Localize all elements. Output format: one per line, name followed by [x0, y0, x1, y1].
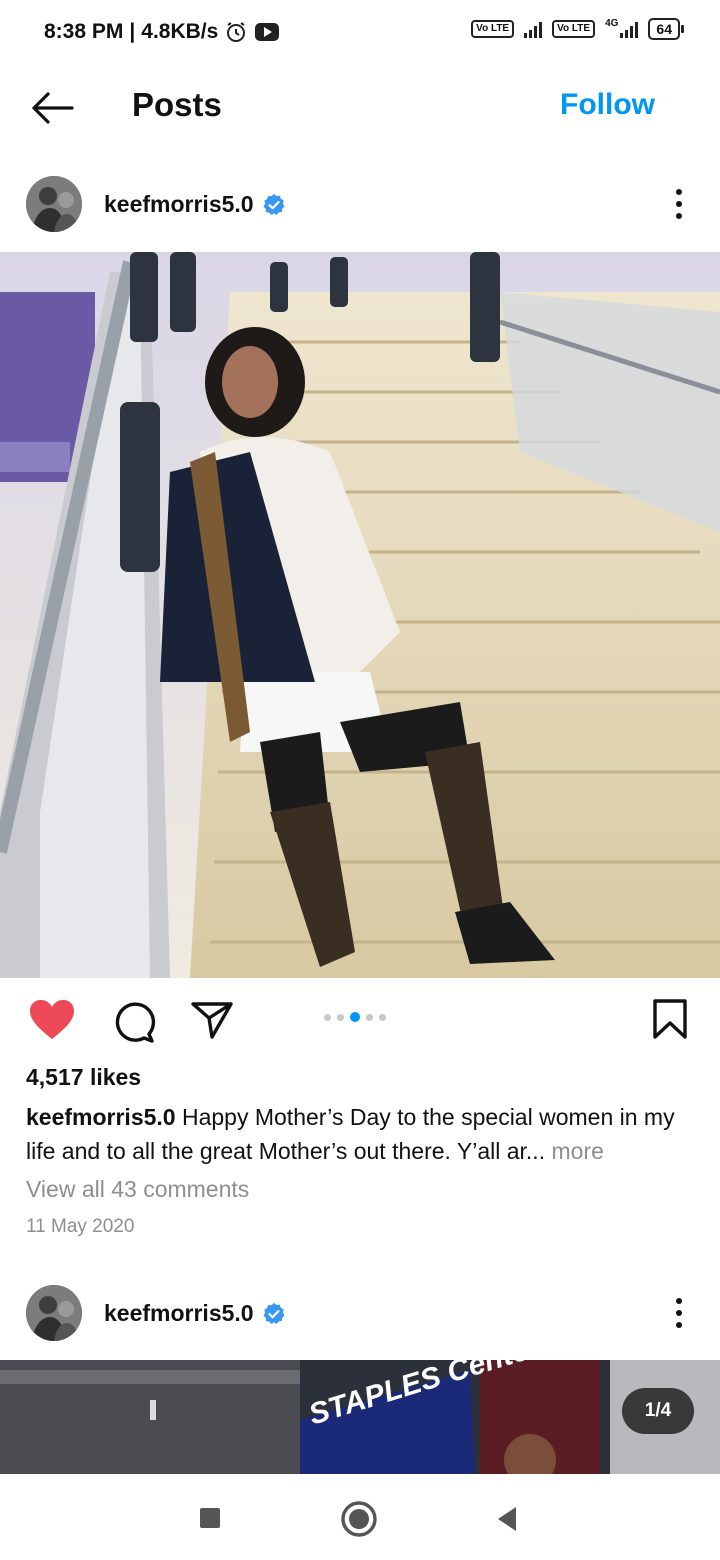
post2-photo[interactable]: STAPLES Center — [0, 1360, 720, 1474]
battery-icon: 64 — [648, 18, 684, 40]
more-dot-icon — [676, 189, 682, 195]
arrow-left-icon — [32, 92, 74, 124]
signal-icon-2 — [620, 20, 639, 38]
caption-ellipsis: ... — [525, 1138, 546, 1164]
carousel-dot-active — [350, 1012, 360, 1022]
status-bar: 8:38 PM | 4.8KB/s Vo LTE Vo LTE 4G 64 — [0, 0, 720, 64]
carousel-dot — [379, 1013, 386, 1021]
verified-badge-icon — [263, 193, 285, 215]
status-left: 8:38 PM | 4.8KB/s — [44, 20, 280, 44]
carousel-indicator — [324, 1012, 386, 1022]
youtube-icon — [255, 23, 280, 41]
post-date: 11 May 2020 — [26, 1216, 135, 1237]
avatar-image — [26, 1285, 82, 1341]
status-right: Vo LTE Vo LTE 4G 64 — [471, 18, 684, 40]
status-speed: 4.8KB/s — [141, 20, 219, 43]
back-button[interactable] — [28, 86, 76, 130]
post2-username[interactable]: keefmorris5.0 — [104, 1300, 286, 1327]
status-time: 8:38 PM — [44, 20, 124, 43]
bookmark-icon[interactable] — [652, 998, 688, 1040]
volte-badge-2: Vo LTE — [552, 20, 596, 38]
alarm-icon — [227, 22, 246, 42]
view-comments-link[interactable]: View all 43 comments — [26, 1176, 249, 1203]
network-type: 4G — [605, 18, 619, 29]
avatar[interactable] — [26, 176, 82, 232]
post-options-button[interactable] — [667, 184, 691, 224]
carousel-dot — [366, 1013, 373, 1021]
follow-button[interactable]: Follow — [560, 88, 655, 122]
status-separator: | — [129, 20, 136, 43]
comment-icon[interactable] — [112, 1000, 156, 1044]
volte-badge-1: Vo LTE — [471, 20, 515, 38]
likes-count[interactable]: 4,517 likes — [26, 1064, 141, 1091]
page-title: Posts — [132, 86, 222, 123]
more-dot-icon — [676, 201, 682, 207]
avatar-image — [26, 176, 82, 232]
verified-badge-icon — [263, 1302, 285, 1324]
signal-icon — [524, 20, 543, 38]
share-icon[interactable] — [190, 1000, 234, 1040]
system-nav-bar — [0, 1474, 720, 1560]
post2-options-button[interactable] — [667, 1293, 691, 1333]
username-text[interactable]: keefmorris5.0 — [104, 191, 254, 218]
more-dot-icon — [676, 1322, 682, 1328]
more-link[interactable]: more — [545, 1138, 603, 1164]
like-heart-icon[interactable] — [28, 998, 76, 1042]
back-icon[interactable] — [494, 1505, 520, 1533]
post-photo[interactable] — [0, 252, 720, 978]
more-dot-icon — [676, 1310, 682, 1316]
post-username[interactable]: keefmorris5.0 — [104, 191, 286, 218]
carousel-dot — [324, 1013, 331, 1021]
post-caption: keefmorris5.0 Happy Mother’s Day to the … — [26, 1100, 698, 1168]
recent-apps-icon[interactable] — [198, 1506, 222, 1530]
photo-illustration — [0, 252, 720, 978]
avatar-post2[interactable] — [26, 1285, 82, 1341]
home-icon[interactable] — [340, 1500, 378, 1538]
battery-level: 64 — [656, 21, 672, 37]
username-text[interactable]: keefmorris5.0 — [104, 1300, 254, 1327]
caption-username[interactable]: keefmorris5.0 — [26, 1104, 176, 1130]
carousel-counter: 1/4 — [622, 1388, 694, 1434]
carousel-dot — [337, 1013, 344, 1021]
more-dot-icon — [676, 213, 682, 219]
more-dot-icon — [676, 1298, 682, 1304]
